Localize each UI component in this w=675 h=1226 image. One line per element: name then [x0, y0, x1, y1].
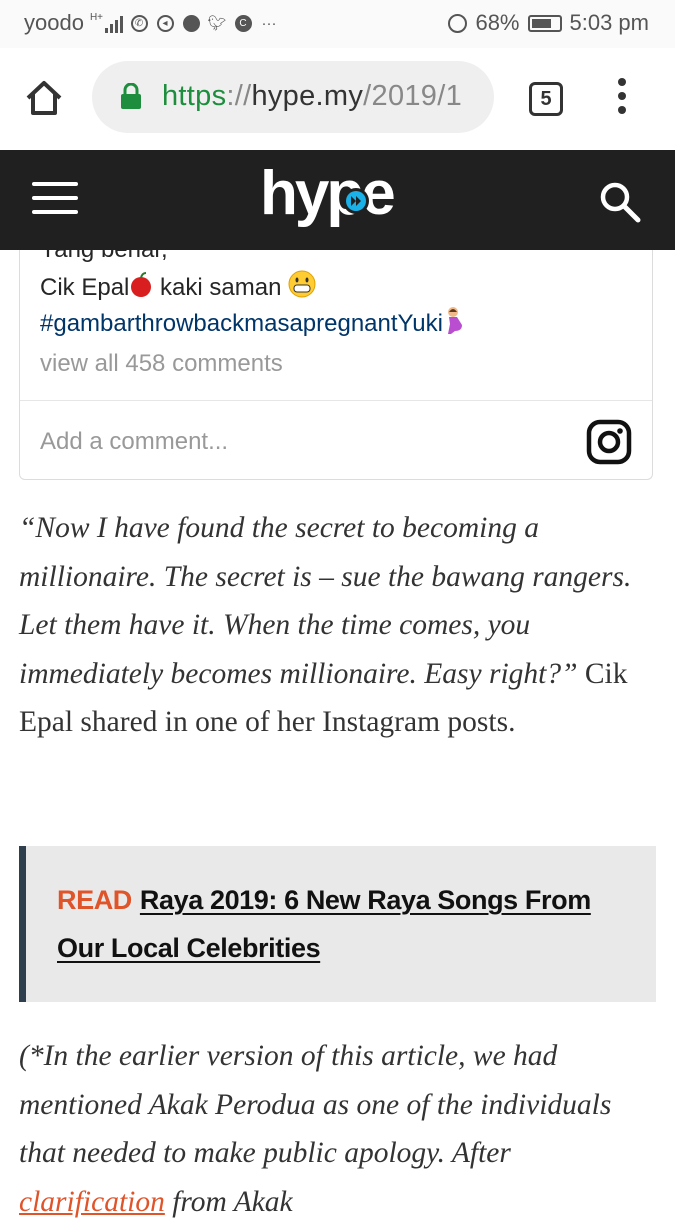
caption-hashtag[interactable]: #gambarthrowbackmasapregnantYuki: [40, 306, 465, 341]
address-bar[interactable]: https://hype.my/2019/1: [92, 61, 494, 133]
apple-emoji-icon: [129, 272, 153, 305]
signal-icon: H+: [89, 12, 124, 33]
clarification-link[interactable]: clarification: [19, 1186, 165, 1218]
more-notifications-icon: ···: [261, 14, 277, 32]
chrome-icon: [181, 13, 201, 33]
instagram-icon[interactable]: [586, 419, 632, 465]
battery-icon: [527, 14, 562, 32]
caption-signature: Cik Epal kaki saman: [40, 270, 316, 305]
instagram-embed: Yang benar, Cik Epal kaki saman #gambart…: [19, 250, 653, 480]
app-c-icon: C: [233, 13, 253, 33]
url-text: https://hype.my/2019/1: [162, 80, 463, 112]
overflow-menu-icon[interactable]: [608, 78, 636, 118]
whatsapp-icon: ✆: [129, 13, 149, 33]
tab-switcher-button[interactable]: 5: [529, 82, 563, 116]
twitter-icon: 🐦︎: [207, 15, 227, 32]
home-icon[interactable]: [24, 78, 64, 118]
related-article-link[interactable]: Raya 2019: 6 New Raya Songs From Our Loc…: [57, 885, 591, 963]
browser-toolbar: https://hype.my/2019/1 5: [0, 48, 675, 150]
ig-divider: [20, 400, 652, 401]
volume-icon: ◂: [155, 13, 175, 33]
article-quote-paragraph: “Now I have found the secret to becoming…: [19, 504, 659, 747]
network-type-label: H+: [89, 12, 104, 23]
svg-text:hype: hype: [260, 162, 394, 228]
clock: 5:03 pm: [569, 10, 650, 35]
hamburger-menu-icon[interactable]: [32, 182, 78, 218]
view-all-comments-link[interactable]: view all 458 comments: [40, 350, 283, 378]
alarm-icon: [447, 13, 467, 33]
caption-partial-line: Yang benar,: [40, 250, 168, 264]
article-note-paragraph: (*In the earlier version of this article…: [19, 1040, 612, 1218]
add-comment-input[interactable]: Add a comment...: [40, 428, 228, 456]
lock-icon: [121, 83, 141, 109]
hype-logo[interactable]: hype: [258, 162, 418, 240]
status-bar: yoodo H+ ✆ ◂ 🐦︎ C ··· 68% 5:03 pm: [0, 0, 675, 48]
carrier-label: yoodo: [24, 10, 84, 35]
site-header: hype: [0, 150, 675, 250]
related-read-box: READ Raya 2019: 6 New Raya Songs From Our…: [19, 846, 656, 1002]
search-icon[interactable]: [598, 180, 642, 224]
quote-text: “Now I have found the secret to becoming…: [19, 512, 632, 690]
pregnant-woman-emoji-icon: [443, 306, 465, 341]
read-label: READ: [57, 885, 132, 915]
battery-percent: 68%: [475, 10, 520, 35]
grin-emoji-icon: [288, 270, 316, 305]
